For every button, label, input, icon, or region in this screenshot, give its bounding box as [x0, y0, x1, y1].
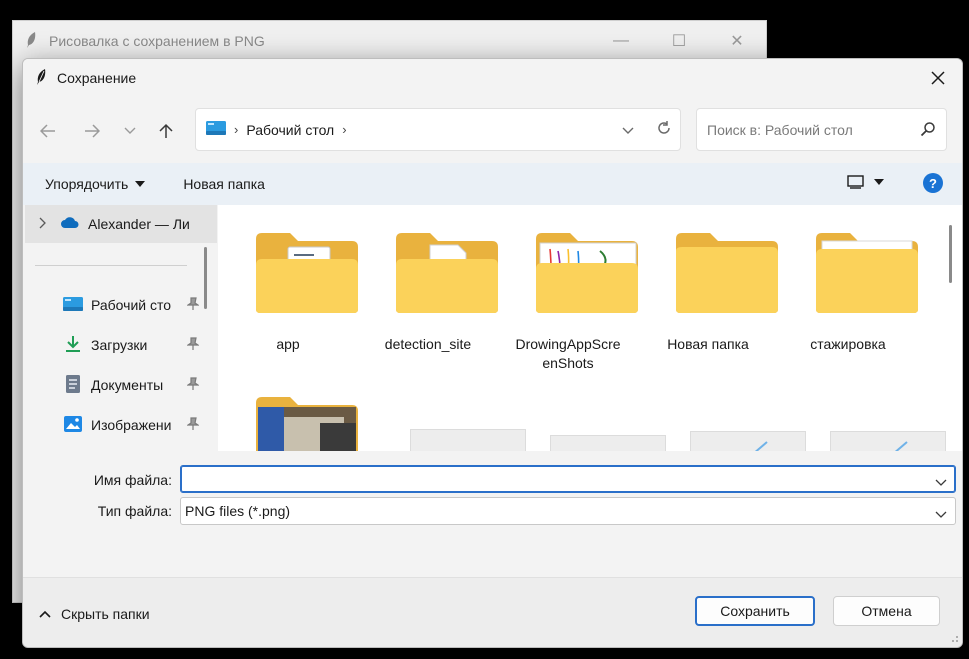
folder-sheet-icon — [816, 233, 918, 313]
file-name: detection_site — [384, 336, 472, 352]
pin-icon — [186, 297, 200, 314]
feather-icon — [35, 68, 47, 89]
filetype-value: PNG files (*.png) — [185, 503, 291, 519]
parent-window-title: Рисовалка с сохранением в PNG — [49, 33, 265, 49]
file-name-line-1: DrowingAppScre — [515, 336, 621, 352]
dialog-footer: Скрыть папки Сохранить Отмена — [23, 577, 962, 647]
navigation-pane: Alexander — Ли Рабочий сто Загрузки Доку… — [23, 205, 218, 451]
up-arrow-icon[interactable] — [151, 116, 181, 146]
cancel-button[interactable]: Отмена — [833, 596, 940, 626]
document-icon — [63, 374, 83, 396]
file-view-scrollbar[interactable] — [949, 225, 952, 283]
folder-document-icon — [256, 233, 358, 313]
search-box[interactable] — [696, 108, 947, 151]
address-dropdown-chevron-icon[interactable] — [622, 122, 634, 138]
file-item-new-folder[interactable]: Новая папка — [638, 229, 778, 354]
pen-stroke-icon — [894, 441, 908, 451]
sidebar-scrollbar[interactable] — [204, 247, 207, 309]
command-toolbar: Упорядочить Новая папка ? — [23, 163, 962, 205]
divider — [35, 265, 187, 266]
minimize-button[interactable]: — — [592, 21, 650, 61]
folder-icon — [676, 233, 778, 313]
file-item-internship[interactable]: стажировка — [778, 229, 918, 354]
file-name: app — [276, 336, 300, 352]
file-item-detection-site[interactable]: detection_site — [358, 229, 498, 354]
file-fields: Имя файла: Тип файла: PNG files (*.png) — [23, 451, 962, 577]
refresh-icon[interactable] — [656, 120, 672, 139]
sidebar-item-label: Изображени — [91, 417, 172, 433]
organize-label: Упорядочить — [45, 176, 129, 192]
file-name-line-2: enShots — [542, 355, 594, 371]
pin-icon — [186, 417, 200, 434]
pictures-icon — [63, 415, 83, 436]
forward-arrow-icon[interactable] — [77, 116, 107, 146]
image-thumbnail[interactable] — [690, 431, 806, 451]
organize-button[interactable]: Упорядочить — [45, 176, 146, 192]
file-name: DrowingAppScre enShots — [498, 335, 638, 373]
close-button[interactable]: ✕ — [708, 21, 766, 61]
desktop-icon — [206, 120, 226, 139]
filename-label: Имя файла: — [93, 472, 172, 488]
search-input[interactable] — [707, 121, 907, 138]
folder-drawing-icon — [536, 233, 638, 313]
sidebar-item-downloads[interactable]: Загрузки — [63, 333, 203, 357]
file-view: app detection_site DrowingAppScre enShot… — [218, 205, 962, 451]
sidebar-item-label: Рабочий сто — [91, 297, 172, 313]
sidebar-item-pictures[interactable]: Изображени — [63, 413, 203, 437]
view-layout-icon — [847, 175, 864, 189]
filename-field[interactable] — [180, 465, 956, 493]
chevron-up-icon — [39, 610, 51, 618]
image-thumbnail[interactable] — [830, 431, 946, 451]
download-icon — [63, 335, 83, 356]
feather-icon — [25, 31, 37, 52]
file-item-drowingappscreenshots[interactable]: DrowingAppScre enShots — [498, 229, 638, 373]
view-options-button[interactable] — [847, 175, 884, 189]
address-bar[interactable]: › Рабочий стол › — [195, 108, 681, 151]
sidebar-item-label: Alexander — Ли — [88, 216, 190, 232]
filename-input[interactable] — [185, 471, 925, 487]
hide-folders-label: Скрыть папки — [61, 606, 150, 622]
filetype-select[interactable]: PNG files (*.png) — [180, 497, 956, 525]
breadcrumb-separator: › — [234, 122, 239, 137]
chevron-down-icon[interactable] — [935, 506, 947, 522]
breadcrumb-separator-trailing[interactable]: › — [342, 122, 346, 137]
help-button[interactable]: ? — [923, 173, 943, 193]
folder-page-icon — [396, 233, 498, 313]
hide-folders-button[interactable]: Скрыть папки — [39, 606, 150, 622]
image-thumbnail[interactable] — [410, 429, 526, 451]
save-button[interactable]: Сохранить — [695, 596, 815, 626]
pen-stroke-icon — [754, 441, 768, 451]
file-name: Новая папка — [667, 336, 749, 352]
sidebar-item-onedrive[interactable]: Alexander — Ли — [25, 205, 217, 243]
navigation-bar: › Рабочий стол › — [23, 97, 962, 163]
breadcrumb-desktop[interactable]: Рабочий стол — [246, 122, 334, 138]
caret-down-icon — [135, 181, 146, 187]
desktop-icon — [63, 296, 83, 315]
pin-icon — [186, 337, 200, 354]
dialog-title: Сохранение — [57, 70, 137, 86]
filetype-label: Тип файла: — [97, 503, 172, 519]
chevron-right-icon[interactable] — [39, 216, 46, 232]
search-icon[interactable] — [920, 121, 936, 140]
file-item-app[interactable]: app — [218, 229, 358, 354]
dialog-close-button[interactable] — [918, 59, 958, 97]
caret-down-icon — [874, 179, 884, 185]
save-dialog: Сохранение › Рабочий стол › Поиск в: Раб… — [22, 58, 963, 648]
sidebar-item-documents[interactable]: Документы — [63, 373, 203, 397]
folder-image-icon[interactable] — [254, 393, 360, 451]
pin-icon — [186, 377, 200, 394]
chevron-down-icon[interactable] — [935, 474, 947, 490]
recent-locations-chevron-icon[interactable] — [115, 116, 145, 146]
back-arrow-icon[interactable] — [33, 116, 63, 146]
maximize-button[interactable]: ☐ — [650, 21, 708, 61]
sidebar-item-desktop[interactable]: Рабочий сто — [63, 293, 203, 317]
sidebar-item-label: Загрузки — [91, 337, 148, 353]
new-folder-button[interactable]: Новая папка — [183, 176, 265, 192]
cloud-icon — [60, 216, 80, 232]
image-thumbnail[interactable] — [550, 435, 666, 451]
dialog-titlebar: Сохранение — [23, 59, 962, 97]
file-name: стажировка — [810, 336, 886, 352]
resize-grip-icon[interactable] — [949, 630, 959, 646]
sidebar-item-label: Документы — [91, 377, 164, 393]
